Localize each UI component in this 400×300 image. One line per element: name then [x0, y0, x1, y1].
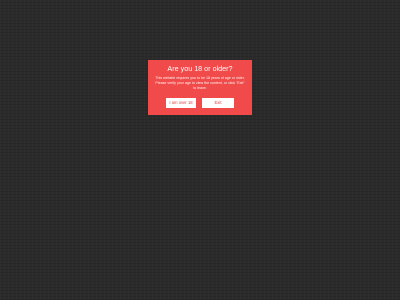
age-verification-modal: Are you 18 or older? This website requir… — [148, 60, 252, 115]
modal-title: Are you 18 or older? — [167, 64, 233, 73]
modal-message: This website requires you to be 18 years… — [155, 76, 245, 91]
page-backdrop: Are you 18 or older? This website requir… — [0, 0, 400, 300]
modal-actions: I am over 18 Exit — [148, 98, 252, 108]
confirm-age-button[interactable]: I am over 18 — [166, 98, 196, 108]
exit-button[interactable]: Exit — [202, 98, 234, 108]
